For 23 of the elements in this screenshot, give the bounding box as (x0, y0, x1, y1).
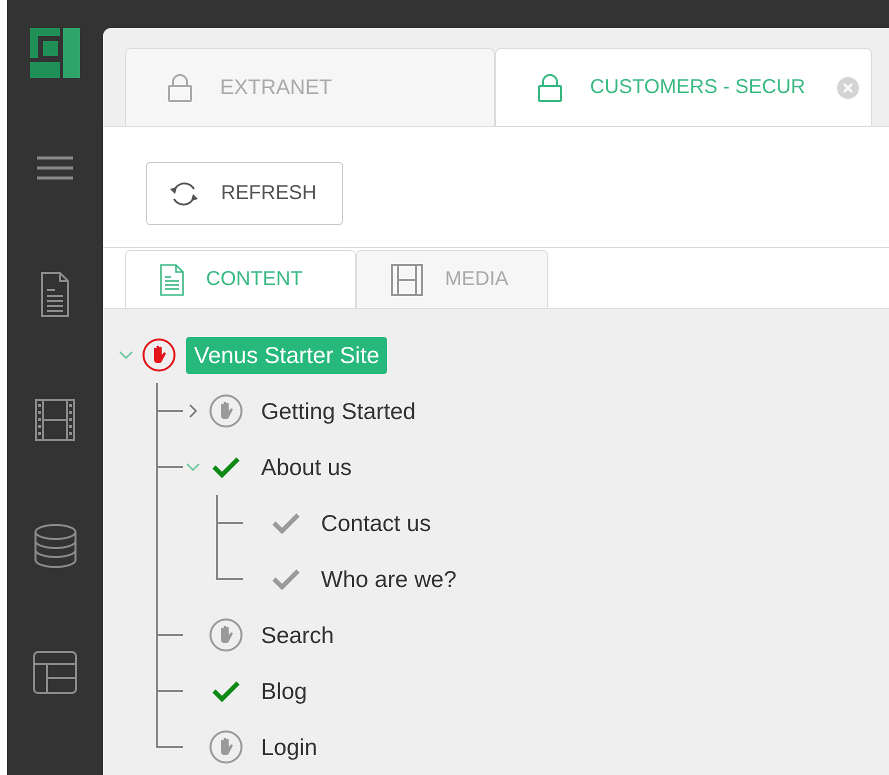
tree-item[interactable]: Contact us (321, 504, 431, 542)
tree-item[interactable]: Getting Started (261, 392, 416, 430)
lock-icon (168, 74, 192, 102)
logo-icon[interactable] (30, 28, 80, 78)
refresh-icon (169, 180, 199, 208)
tab-label: CUSTOMERS - SECUR (590, 76, 806, 99)
tree-item[interactable]: Login (261, 728, 318, 766)
database-icon[interactable] (34, 524, 76, 568)
tab-label: MEDIA (445, 268, 508, 291)
menu-icon[interactable] (37, 156, 73, 180)
layout-icon[interactable] (33, 650, 77, 694)
film-icon[interactable] (35, 399, 75, 441)
tree-item[interactable]: Who are we? (321, 560, 457, 598)
film-icon (391, 264, 423, 296)
document-icon[interactable] (41, 272, 69, 316)
tree-item[interactable]: Blog (261, 672, 308, 710)
tab-label: CONTENT (206, 268, 303, 291)
tree-item[interactable]: Search (261, 616, 334, 654)
tab-label: EXTRANET (220, 76, 332, 100)
lock-icon (538, 74, 562, 102)
document-icon (160, 264, 184, 296)
tree-item[interactable]: About us (261, 448, 352, 486)
refresh-button[interactable]: REFRESH (146, 162, 343, 225)
